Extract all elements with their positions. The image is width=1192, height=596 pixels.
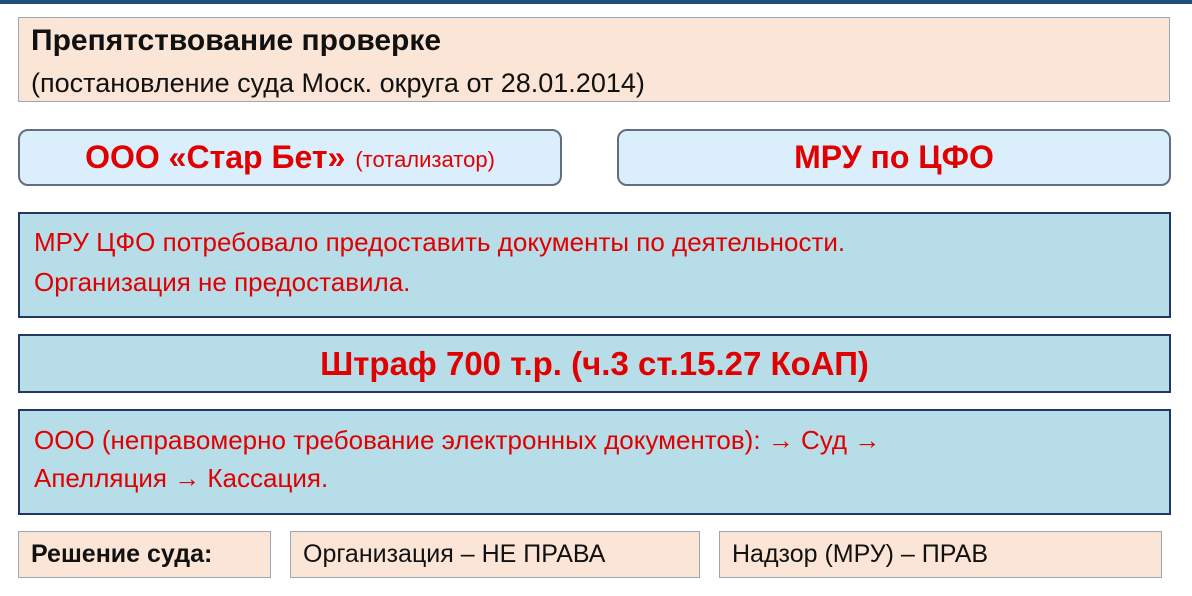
appeal-panel: ООО (неправомерно требование электронных… — [18, 409, 1171, 515]
facts-line-2: Организация не предоставила. — [34, 267, 411, 297]
fine-panel: Штраф 700 т.р. (ч.3 ст.15.27 КоАП) — [18, 334, 1171, 393]
fine-text: Штраф 700 т.р. (ч.3 ст.15.27 КоАП) — [320, 344, 869, 382]
party-left-note: (тотализатор) — [355, 146, 495, 172]
decision-org: Организация – НЕ ПРАВА — [303, 540, 606, 568]
party-left-name: ООО «Стар Бет» — [85, 139, 346, 175]
page-title: Препятствование проверке — [31, 24, 442, 57]
top-rule — [0, 0, 1192, 4]
appeal-line-1: ООО (неправомерно требование электронных… — [34, 425, 881, 455]
party-right-box: МРУ по ЦФО — [617, 129, 1171, 186]
page-subtitle: (постановление суда Моск. округа от 28.0… — [31, 68, 645, 98]
party-right-name: МРУ по ЦФО — [794, 139, 994, 175]
decision-label: Решение суда: — [31, 540, 213, 568]
header-box: Препятствование проверке (постановление … — [18, 17, 1170, 102]
appeal-line-2: Апелляция → Кассация. — [34, 463, 329, 493]
decision-supervisor-box: Надзор (МРУ) – ПРАВ — [719, 531, 1162, 578]
decision-supervisor: Надзор (МРУ) – ПРАВ — [732, 540, 989, 568]
facts-line-1: МРУ ЦФО потребовало предоставить докумен… — [34, 227, 846, 257]
decision-org-box: Организация – НЕ ПРАВА — [290, 531, 700, 578]
facts-panel: МРУ ЦФО потребовало предоставить докумен… — [18, 212, 1171, 318]
decision-label-box: Решение суда: — [18, 531, 271, 578]
party-left-box: ООО «Стар Бет» (тотализатор) — [18, 129, 562, 186]
